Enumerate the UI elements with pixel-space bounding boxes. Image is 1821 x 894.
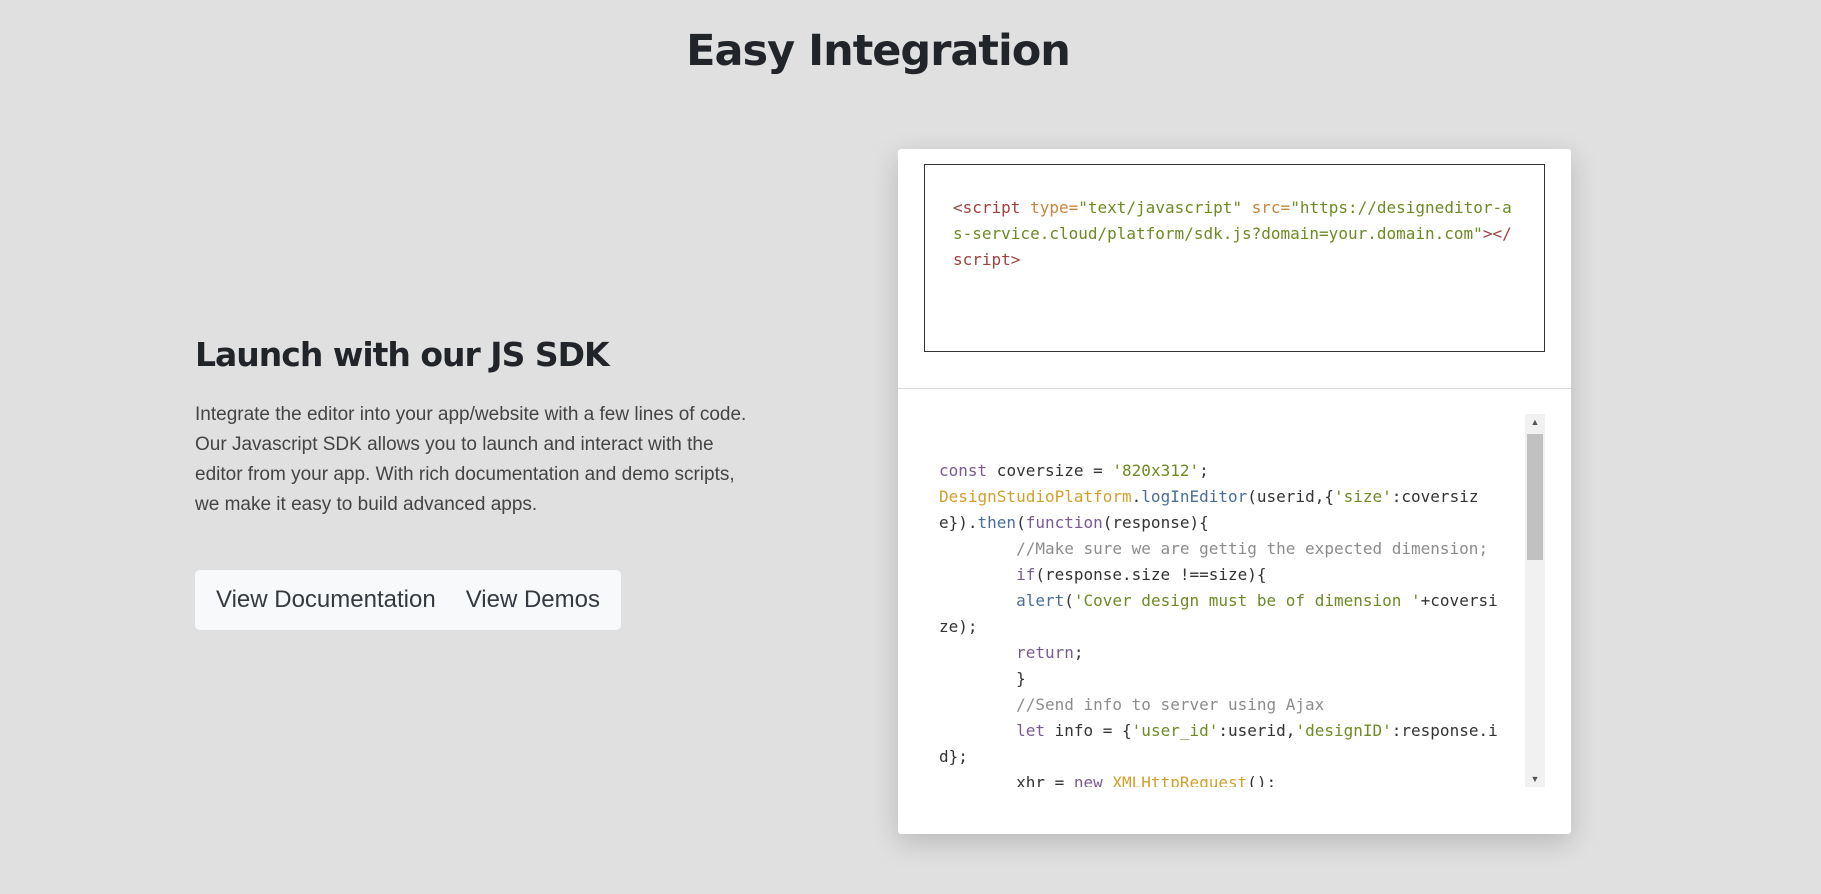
token: let [1016, 721, 1045, 740]
page-title: Easy Integration [686, 26, 1071, 76]
token: new [1073, 773, 1103, 787]
scroll-down-arrow-icon[interactable]: ▼ [1525, 771, 1545, 787]
token: XMLHttpRequest [1112, 773, 1248, 787]
token: (response.size !==size){ [1035, 565, 1267, 584]
code-card: <script type="text/javascript" src="http… [898, 149, 1571, 834]
token: (userid,{ [1247, 487, 1334, 506]
token: const [939, 461, 988, 480]
token: //Make sure we are gettig the expected d… [1016, 539, 1489, 558]
token: alert [1016, 591, 1065, 610]
token: then [977, 513, 1017, 532]
token: coversize = [987, 461, 1113, 480]
token: ( [1016, 513, 1026, 532]
sdk-heading: Launch with our JS SDK [195, 335, 610, 374]
token: script [953, 250, 1011, 269]
sdk-description: Integrate the editor into your app/websi… [195, 404, 747, 515]
token: '820x312' [1112, 461, 1200, 480]
view-demos-button[interactable]: View Demos [451, 586, 615, 614]
token: (response){ [1102, 513, 1209, 532]
token: 'designID' [1295, 721, 1392, 740]
token: < [953, 198, 963, 217]
token: ; [1073, 643, 1084, 662]
token: . [1131, 487, 1142, 506]
token: type= [1030, 198, 1079, 217]
token: DesignStudioPlatform [939, 487, 1132, 506]
token: (); [1247, 773, 1277, 787]
token: script [962, 198, 1021, 217]
scrollbar-thumb[interactable] [1527, 434, 1543, 560]
example-code-block[interactable]: const coversize = '820x312'; DesignStudi… [924, 414, 1545, 787]
token: src= [1251, 198, 1291, 217]
scrollbar[interactable]: ▲ ▼ [1525, 414, 1545, 787]
script-tag-code-block[interactable]: <script type="text/javascript" src="http… [924, 164, 1545, 352]
token: info = { [1044, 721, 1132, 740]
token: } [939, 669, 1026, 688]
button-group: View Documentation View Demos [195, 570, 621, 630]
token: function [1025, 513, 1103, 532]
view-documentation-button[interactable]: View Documentation [201, 586, 451, 614]
token: return [1016, 643, 1074, 662]
token: 'size' [1333, 487, 1392, 506]
token: > [1010, 250, 1021, 269]
token: if [1016, 565, 1036, 584]
token: ( [1064, 591, 1074, 610]
token: :userid, [1218, 721, 1296, 740]
token: "text/javascript" [1078, 198, 1243, 217]
sdk-section: Launch with our JS SDK Integrate the edi… [195, 335, 755, 630]
scroll-up-arrow-icon[interactable]: ▲ [1525, 414, 1545, 430]
token: 'Cover design must be of dimension ' [1073, 591, 1421, 610]
token: 'user_id' [1131, 721, 1219, 740]
token: ; [1199, 461, 1209, 480]
example-code: const coversize = '820x312'; DesignStudi… [939, 458, 1499, 787]
divider [898, 388, 1571, 389]
token: ></ [1482, 224, 1512, 243]
token: xhr = [1016, 773, 1074, 787]
token: logInEditor [1141, 487, 1248, 506]
token: //Send info to server using Ajax [1016, 695, 1325, 714]
